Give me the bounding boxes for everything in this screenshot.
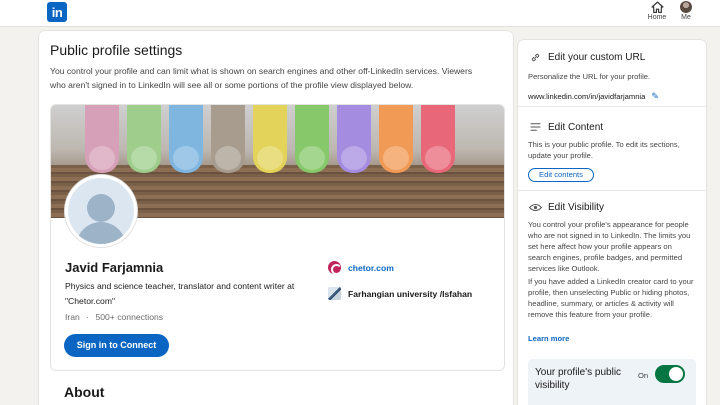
- top-nav: in Home Me: [0, 0, 720, 27]
- profile-location: Iran: [65, 312, 80, 322]
- banner-chalk: [127, 105, 161, 173]
- edit-content-text: This is your public profile. To edit its…: [528, 140, 680, 160]
- banner-chalk: [421, 105, 455, 173]
- banner-chalk: [295, 105, 329, 173]
- nav-home[interactable]: Home: [644, 1, 670, 21]
- public-visibility-label: Your profile's public visibility: [535, 367, 622, 391]
- banner-chalk: [337, 105, 371, 173]
- banner-chalk: [85, 105, 119, 173]
- banner-chalk: [211, 105, 245, 173]
- toggle-knob: [669, 367, 683, 381]
- nav-me-label: Me: [681, 14, 691, 21]
- nav-home-label: Home: [647, 14, 667, 21]
- visibility-text-1: You control your profile's appearance fo…: [528, 220, 691, 273]
- custom-url-value: www.linkedin.com/in/javidfarjamnia: [528, 92, 646, 101]
- edit-visibility-section: Edit Visibility You control your profile…: [518, 191, 706, 405]
- banner-chalk: [379, 105, 413, 173]
- profile-headline: Physics and science teacher, translator …: [65, 281, 295, 306]
- profile-name: Javid Farjamnia: [65, 260, 164, 275]
- link-icon: [528, 51, 542, 63]
- company-label: chetor.com: [348, 262, 394, 273]
- profile-connections: 500+ connections: [95, 312, 164, 322]
- nav-me[interactable]: Me: [674, 1, 698, 21]
- university-logo-icon: [328, 287, 341, 300]
- page-title: Public profile settings: [50, 42, 183, 58]
- sign-in-to-connect-button[interactable]: Sign in to Connect: [64, 334, 169, 357]
- custom-url-heading: Edit your custom URL: [528, 51, 645, 63]
- visibility-text-2: If you have added a LinkedIn creator car…: [528, 277, 694, 319]
- custom-url-text: Personalize the URL for your profile.: [528, 72, 651, 81]
- education-label: Farhangian university /Isfahan: [348, 288, 473, 299]
- profile-photo: [65, 175, 137, 247]
- custom-url-title: Edit your custom URL: [548, 51, 646, 63]
- pencil-icon[interactable]: ✎: [651, 91, 659, 102]
- lines-icon: [528, 121, 542, 133]
- about-heading: About: [64, 384, 105, 400]
- profile-preview: Javid Farjamnia Physics and science teac…: [50, 104, 505, 371]
- profile-meta: Iran · 500+ connections: [65, 312, 163, 322]
- custom-url-section: Edit your custom URL Personalize the URL…: [518, 40, 706, 107]
- home-icon: [650, 1, 664, 13]
- public-profile-card: Public profile settings You control your…: [39, 31, 513, 405]
- linkedin-logo-icon[interactable]: in: [47, 2, 67, 22]
- edit-content-title: Edit Content: [548, 121, 604, 133]
- page-description: You control your profile and can limit w…: [50, 66, 473, 90]
- learn-more-link[interactable]: Learn more: [528, 334, 569, 343]
- public-visibility-toggle-row: Your profile's public visibility On: [528, 359, 696, 405]
- chetor-logo-icon: [328, 261, 342, 275]
- public-visibility-toggle[interactable]: [655, 365, 685, 383]
- edit-content-section: Edit Content This is your public profile…: [518, 107, 706, 191]
- eye-icon: [528, 201, 542, 213]
- edit-visibility-heading: Edit Visibility: [528, 201, 604, 213]
- company-link[interactable]: chetor.com: [328, 261, 394, 275]
- person-icon: [87, 194, 115, 222]
- avatar: [680, 1, 692, 13]
- education-item[interactable]: Farhangian university /Isfahan: [328, 287, 472, 300]
- banner-chalk: [169, 105, 203, 173]
- toggle-state-label: On: [638, 371, 649, 380]
- banner-chalk: [253, 105, 287, 173]
- edit-contents-button[interactable]: Edit contents: [528, 168, 594, 182]
- custom-url-row: www.linkedin.com/in/javidfarjamnia ✎: [528, 91, 659, 102]
- meta-separator: ·: [86, 312, 90, 322]
- edit-visibility-title: Edit Visibility: [548, 201, 604, 213]
- edit-content-heading: Edit Content: [528, 121, 603, 133]
- settings-sidebar: Edit your custom URL Personalize the URL…: [518, 40, 706, 405]
